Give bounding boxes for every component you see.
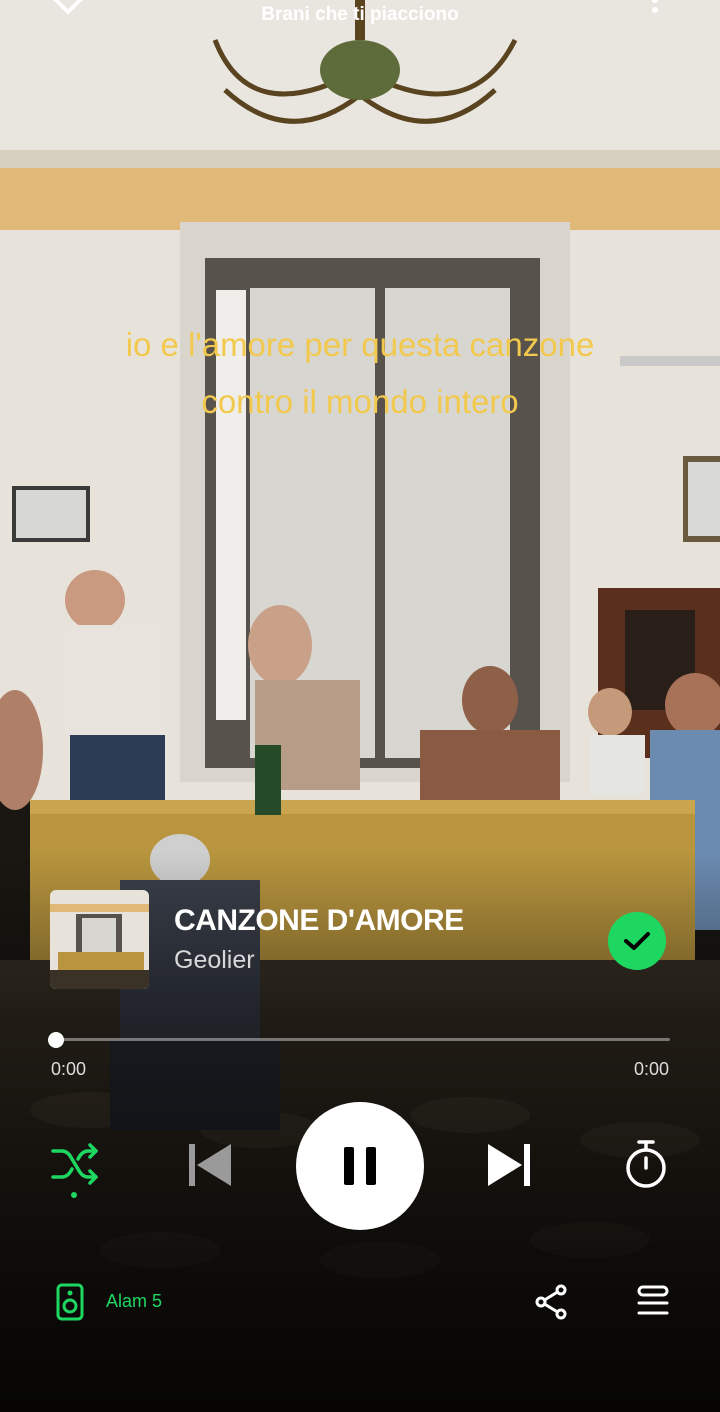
share-icon <box>535 1284 567 1320</box>
next-icon <box>488 1144 530 1186</box>
remaining-time: 0:00 <box>633 1059 669 1079</box>
next-button[interactable] <box>486 1142 532 1193</box>
connected-device-button[interactable] <box>56 1283 84 1326</box>
progress-bar[interactable] <box>48 1032 670 1048</box>
pause-icon <box>344 1147 376 1185</box>
check-icon <box>624 932 650 950</box>
more-options-icon[interactable] <box>650 0 660 29</box>
share-button[interactable] <box>533 1284 569 1325</box>
shuffle-button[interactable] <box>50 1143 100 1206</box>
pause-button[interactable] <box>296 1102 424 1230</box>
shuffle-icon <box>51 1143 98 1198</box>
queue-icon <box>637 1285 669 1315</box>
progress-knob[interactable] <box>48 1032 64 1048</box>
progress-track <box>50 1038 670 1041</box>
lyrics-line: contro il mondo intero <box>201 383 519 420</box>
speaker-icon <box>56 1283 84 1321</box>
previous-icon <box>189 1144 231 1186</box>
track-artist[interactable]: Geolier <box>174 946 255 975</box>
top-bar: Brani che ti piacciono <box>0 0 720 34</box>
lyrics-line: io e l'amore per questa canzone <box>125 326 595 363</box>
liked-check-button[interactable] <box>608 912 666 970</box>
queue-button[interactable] <box>636 1284 670 1323</box>
sleep-timer-button[interactable] <box>624 1139 668 1194</box>
track-title[interactable]: CANZONE D'AMORE <box>174 904 464 938</box>
lyrics-panel[interactable]: io e l'amore per questa canzone contro i… <box>0 316 720 430</box>
track-info: CANZONE D'AMORE Geolier <box>50 890 670 990</box>
album-cover[interactable] <box>50 890 149 989</box>
elapsed-time: 0:00 <box>51 1059 87 1079</box>
sleep-timer-icon <box>626 1140 666 1188</box>
previous-button[interactable] <box>187 1142 233 1193</box>
device-name[interactable]: Alam 5 <box>106 1291 162 1312</box>
playlist-title: Brani che ti piacciono <box>261 4 459 25</box>
